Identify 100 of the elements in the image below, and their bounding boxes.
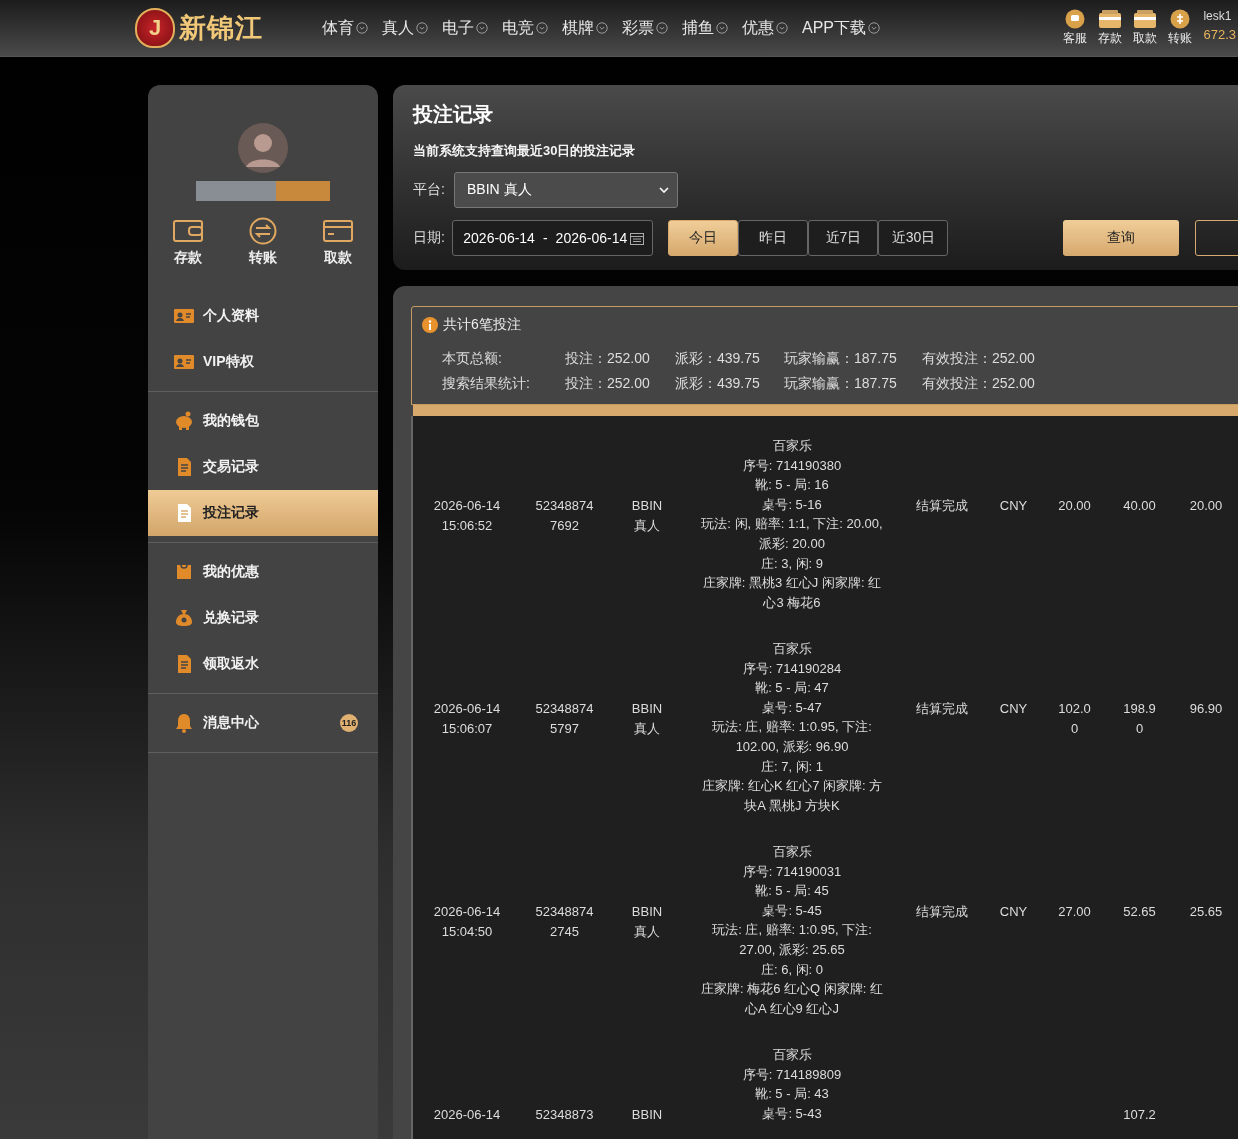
table-cell-text: 结算完成 [916,497,968,515]
bet-detail-line: 序号: 714190380 [742,456,842,475]
summary-value: 派彩：439.75 [675,349,761,368]
bet-detail-line: 庄: 3, 闲: 9 [760,554,824,573]
nav-link[interactable]: 体育 [322,17,368,39]
card-icon [322,217,355,245]
bet-detail-line: 庄家牌: 红心K 红心7 闲家牌: 方块A 黑桃J 方块K [700,777,884,815]
quick-action-button[interactable]: 转账 [247,217,279,267]
table-cell-text: CNY [999,903,1028,921]
bet-detail-line: 玩法: 闲, 赔率: 1:1, 下注: 20.00, 派彩: 20.00 [700,515,884,553]
bag-icon [174,562,194,582]
bet-detail-line: 玩法: 庄, 赔率: 1:0.95, 下注: 27.00, 派彩: 25.65 [711,921,873,959]
bet-detail-line: 百家乐 [772,1046,812,1064]
sidebar-menu-item[interactable]: 投注记录 [148,490,378,536]
outline-button[interactable] [1194,220,1238,256]
balance: 672.3 [1203,27,1236,42]
table-cell-text: 40.00 [1122,497,1157,515]
info-icon [422,317,438,333]
bet-detail-line: 玩法: 庄, 赔率: 1:0.95, 下注: 102.00, 派彩: 96.90 [711,718,873,756]
sidebar-menu-item[interactable]: VIP特权 [148,339,378,385]
nav-link[interactable]: 电竞 [502,17,548,39]
platform-select[interactable]: BBIN 真人 [454,172,678,208]
chevron-down-icon [868,22,880,34]
chevron-down-icon [536,22,548,34]
piggy-bank-icon [174,411,194,431]
date-range-tab[interactable]: 昨日 [738,220,809,256]
bet-detail-line: 靴: 5 - 局: 16 [755,476,829,495]
wallet-icon [1133,9,1158,29]
sidebar-menu-item[interactable]: 个人资料 [148,293,378,339]
date-label: 日期: [413,229,446,247]
table-cell-text: BBIN 真人 [630,700,664,738]
summary-label: 搜索结果统计: [442,374,531,393]
nav-link[interactable]: 捕鱼 [682,17,728,39]
wallet-icon [1098,9,1123,29]
nav-link[interactable]: 电子 [442,17,488,39]
bet-detail-line: 序号: 714190031 [742,862,842,881]
header-action-button[interactable]: 取款 [1133,9,1158,47]
chevron-down-icon [356,22,368,34]
nav-link[interactable]: 彩票 [622,17,668,39]
sidebar-menu-item[interactable]: 我的钱包 [148,398,378,444]
date-range-field[interactable]: 2026-06-14 - 2026-06-14 [452,220,654,256]
table-cell-text: 2026-06-14 15:06:52 [432,497,502,535]
message-count-badge: 116 [340,714,358,732]
header-action-button[interactable]: 客服 [1063,9,1088,47]
table-cell-text: 2026-06-14 15:04:50 [432,903,502,941]
summary-value: 投注：252.00 [565,374,651,393]
sidebar-menu-item[interactable]: 交易记录 [148,444,378,490]
query-note: 当前系统支持查询最近30日的投注记录 [413,142,637,160]
bet-detail-line: 靴: 5 - 局: 47 [755,679,829,698]
bet-detail-line: 庄: 7, 闲: 1 [760,757,824,776]
bet-detail-line: 靴: 5 - 局: 43 [755,1085,829,1104]
transfer-icon [247,217,279,245]
bet-detail-line: 百家乐 [772,437,812,455]
bet-detail-line: 庄: 6, 闲: 0 [760,960,824,979]
date-range-tab[interactable]: 今日 [668,220,739,256]
table-cell-text: 20.00 [1057,497,1092,515]
summary-label: 本页总额: [442,349,503,368]
table-cell-text: 52348873 [534,1106,595,1124]
nav-link[interactable]: APP下载 [802,17,880,39]
chevron-down-icon [416,22,428,34]
wallet-icon [171,217,204,245]
id-card-icon [174,352,194,372]
sidebar-menu-item[interactable]: 我的优惠 [148,549,378,595]
sidebar-menu-item[interactable]: 消息中心 116 [148,700,378,746]
bet-detail-line: 桌号: 5-45 [762,901,822,920]
bet-detail-line: 庄家牌: 梅花6 红心Q 闲家牌: 红心A 红心9 红心J [700,980,884,1018]
summary-value: 有效投注：252.00 [922,374,1035,393]
header-action-button[interactable]: 存款 [1098,9,1123,47]
query-button[interactable]: 查询 [1063,220,1179,256]
table-cell-text: 结算完成 [916,903,968,921]
table-cell-text: 102.00 [1057,700,1092,738]
chevron-down-icon [596,22,608,34]
logo-text[interactable]: 新锦江 [179,10,263,46]
calendar-icon [630,231,645,245]
bet-count-text: 共计6笔投注 [443,316,521,334]
logo-shield[interactable]: J [135,8,175,48]
table-cell-text: 96.90 [1189,700,1223,718]
summary-value: 有效投注：252.00 [922,349,1035,368]
sidebar-menu-item[interactable]: 兑换记录 [148,595,378,641]
sidebar-menu-item[interactable]: 领取返水 [148,641,378,687]
platform-label: 平台: [413,181,446,199]
nav-link[interactable]: 棋牌 [562,17,608,39]
table-cell-text: BBIN 真人 [630,903,664,941]
quick-action-button[interactable]: 存款 [171,217,204,267]
table-cell-text: 523488742745 [534,903,595,941]
date-range-tab[interactable]: 近30日 [878,220,949,256]
nav-link[interactable]: 优惠 [742,17,788,39]
date-range-tab[interactable]: 近7日 [808,220,879,256]
table-cell-text: 结算完成 [916,700,968,718]
chevron-down-icon [656,22,668,34]
nav-link[interactable]: 真人 [382,17,428,39]
chevron-down-icon [776,22,788,34]
header-action-button[interactable]: 转账 [1168,9,1193,47]
avatar-icon [238,123,288,173]
bet-detail-line: 桌号: 5-16 [762,495,822,514]
quick-action-button[interactable]: 取款 [322,217,355,267]
bet-detail-line: 百家乐 [772,843,812,861]
bet-detail-line: 序号: 714189809 [742,1065,842,1084]
bet-detail-line: 桌号: 5-47 [762,698,822,717]
username: lesk1 [1203,9,1233,23]
